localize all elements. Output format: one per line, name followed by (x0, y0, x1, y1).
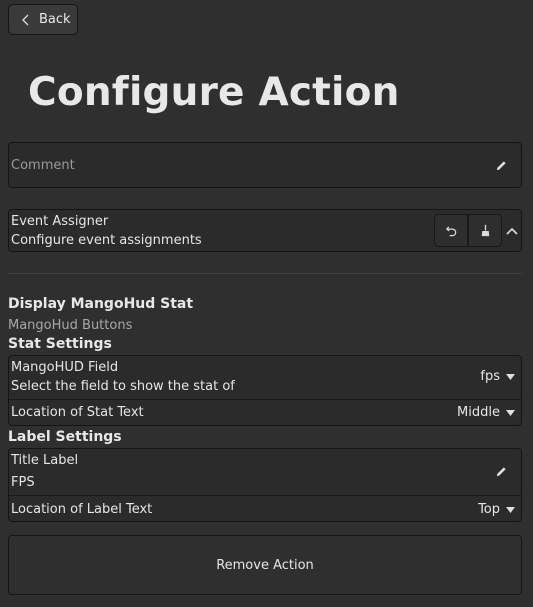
reset-button[interactable] (434, 214, 468, 247)
chevron-left-icon (22, 14, 29, 25)
comment-placeholder: Comment (11, 157, 75, 173)
edit-comment-button[interactable] (493, 157, 509, 173)
page-title: Configure Action (28, 70, 400, 115)
back-button[interactable]: Back (8, 4, 78, 35)
action-category: MangoHud Buttons (8, 318, 133, 333)
caret-down-icon (506, 373, 515, 380)
event-assigner-title: Event Assigner (11, 214, 109, 229)
back-button-label: Back (39, 12, 71, 27)
mangohud-field-dropdown[interactable]: fps (480, 369, 515, 384)
title-label-label: Title Label (11, 453, 79, 468)
label-location-row[interactable]: Location of Label Text Top (9, 495, 521, 522)
stat-settings-heading: Stat Settings (8, 336, 112, 352)
event-assigner-panel: Event Assigner Configure event assignmen… (8, 209, 522, 252)
event-assigner-subtitle: Configure event assignments (11, 233, 202, 248)
caret-down-icon (506, 506, 515, 513)
collapse-button[interactable] (503, 222, 521, 240)
mangohud-field-value: fps (480, 369, 500, 384)
pencil-icon (496, 466, 506, 476)
title-label-value: FPS (11, 475, 35, 490)
action-name: Display MangoHud Stat (8, 296, 194, 312)
title-label-row[interactable]: Title Label FPS (9, 449, 521, 495)
label-location-dropdown[interactable]: Top (478, 502, 515, 517)
remove-action-label: Remove Action (216, 557, 314, 573)
mangohud-field-description: Select the field to show the stat of (11, 379, 235, 394)
stat-location-row[interactable]: Location of Stat Text Middle (9, 399, 521, 426)
stat-location-label: Location of Stat Text (11, 405, 144, 420)
comment-field[interactable]: Comment (8, 142, 522, 188)
caret-down-icon (506, 409, 515, 416)
label-location-label: Location of Label Text (11, 502, 153, 517)
undo-icon (445, 226, 456, 237)
remove-action-button[interactable]: Remove Action (8, 535, 522, 595)
label-settings-heading: Label Settings (8, 429, 122, 445)
label-location-value: Top (478, 502, 500, 517)
divider (8, 273, 522, 274)
stat-location-value: Middle (457, 405, 500, 420)
stat-settings-group: MangoHUD Field Select the field to show … (8, 355, 522, 426)
pencil-icon (496, 160, 506, 170)
chevron-up-icon (506, 227, 518, 235)
broom-icon (481, 224, 489, 237)
mangohud-field-label: MangoHUD Field (11, 360, 119, 375)
mangohud-field-row[interactable]: MangoHUD Field Select the field to show … (9, 356, 521, 399)
stat-location-dropdown[interactable]: Middle (457, 405, 515, 420)
clear-button[interactable] (468, 214, 502, 247)
edit-title-label-button[interactable] (493, 463, 509, 479)
label-settings-group: Title Label FPS Location of Label Text T… (8, 448, 522, 522)
